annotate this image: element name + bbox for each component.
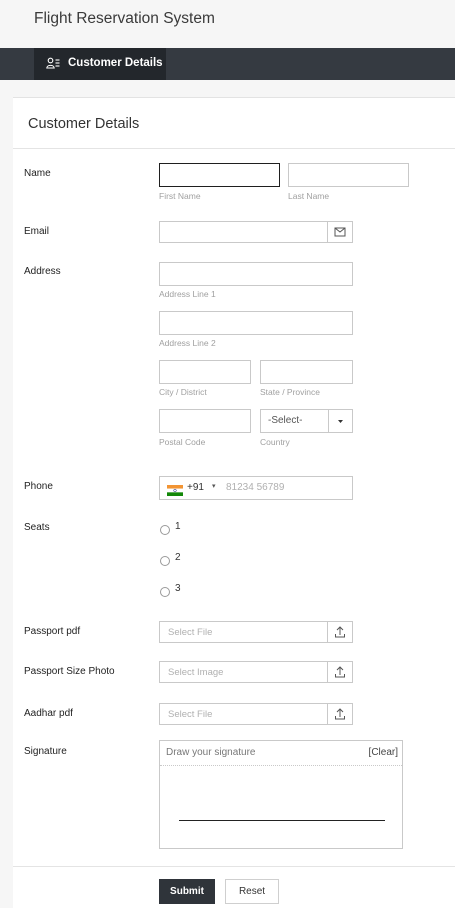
seat-option-label: 3: [175, 583, 181, 594]
seats-label: Seats: [24, 522, 50, 533]
upload-icon[interactable]: [327, 704, 352, 724]
country-select[interactable]: -Select-: [260, 409, 353, 433]
upload-icon[interactable]: [327, 622, 352, 642]
aadhar-pdf-placeholder: Select File: [168, 709, 213, 720]
signature-pad[interactable]: Draw your signature [Clear]: [159, 740, 403, 849]
passport-photo-label: Passport Size Photo: [24, 666, 115, 677]
passport-photo-placeholder: Select Image: [168, 667, 224, 678]
last-name-input[interactable]: [288, 163, 409, 187]
form-card: Customer Details Name First Name Last Na…: [13, 97, 455, 908]
email-label: Email: [24, 226, 50, 237]
aadhar-pdf-label: Aadhar pdf: [24, 708, 73, 719]
caret-small-icon: ▾: [212, 483, 216, 490]
seat-radio-2[interactable]: [160, 556, 170, 566]
user-list-icon: [46, 57, 60, 72]
signature-baseline: [179, 820, 385, 821]
caret-down-icon: [328, 410, 352, 432]
submit-button[interactable]: Submit: [159, 879, 215, 904]
divider: [13, 148, 455, 149]
tab-customer-details[interactable]: Customer Details: [34, 48, 166, 80]
india-flag-icon[interactable]: [167, 483, 183, 496]
postal-code-sublabel: Postal Code: [159, 437, 206, 447]
name-label: Name: [24, 168, 51, 179]
seat-radio-3[interactable]: [160, 587, 170, 597]
address-line1-sublabel: Address Line 1: [159, 289, 216, 299]
last-name-sublabel: Last Name: [288, 191, 330, 201]
phone-placeholder: 81234 56789: [226, 482, 285, 493]
tab-label: Customer Details: [68, 57, 163, 69]
country-value: -Select-: [268, 415, 303, 426]
upload-icon[interactable]: [327, 662, 352, 682]
state-sublabel: State / Province: [260, 387, 321, 397]
first-name-sublabel: First Name: [159, 191, 201, 201]
divider: [13, 866, 455, 867]
navbar: Customer Details: [0, 48, 455, 80]
first-name-input[interactable]: [159, 163, 280, 187]
top-header: Flight Reservation System: [0, 0, 455, 48]
passport-pdf-placeholder: Select File: [168, 627, 213, 638]
address-line2-sublabel: Address Line 2: [159, 338, 216, 348]
address-line1-input[interactable]: [159, 262, 353, 286]
country-sublabel: Country: [260, 437, 290, 447]
email-input[interactable]: [159, 221, 353, 243]
address-label: Address: [24, 266, 61, 277]
signature-header: Draw your signature [Clear]: [160, 741, 402, 766]
phone-input[interactable]: +91 ▾ 81234 56789: [159, 476, 353, 500]
seat-radio-1[interactable]: [160, 525, 170, 535]
form-title: Customer Details: [28, 116, 140, 132]
signature-placeholder: Draw your signature: [166, 747, 256, 758]
envelope-icon: [327, 222, 352, 242]
passport-pdf-input[interactable]: Select File: [159, 621, 353, 643]
aadhar-pdf-input[interactable]: Select File: [159, 703, 353, 725]
app-title: Flight Reservation System: [34, 10, 215, 27]
passport-pdf-label: Passport pdf: [24, 626, 81, 637]
reset-button[interactable]: Reset: [225, 879, 279, 904]
city-sublabel: City / District: [159, 387, 207, 397]
signature-label: Signature: [24, 746, 67, 757]
city-input[interactable]: [159, 360, 251, 384]
country-code: +91: [187, 482, 204, 493]
phone-label: Phone: [24, 481, 53, 492]
postal-code-input[interactable]: [159, 409, 251, 433]
passport-photo-input[interactable]: Select Image: [159, 661, 353, 683]
seat-option-label: 2: [175, 552, 181, 563]
clear-signature-link[interactable]: [Clear]: [369, 747, 398, 758]
address-line2-input[interactable]: [159, 311, 353, 335]
seat-option-label: 1: [175, 521, 181, 532]
state-input[interactable]: [260, 360, 353, 384]
